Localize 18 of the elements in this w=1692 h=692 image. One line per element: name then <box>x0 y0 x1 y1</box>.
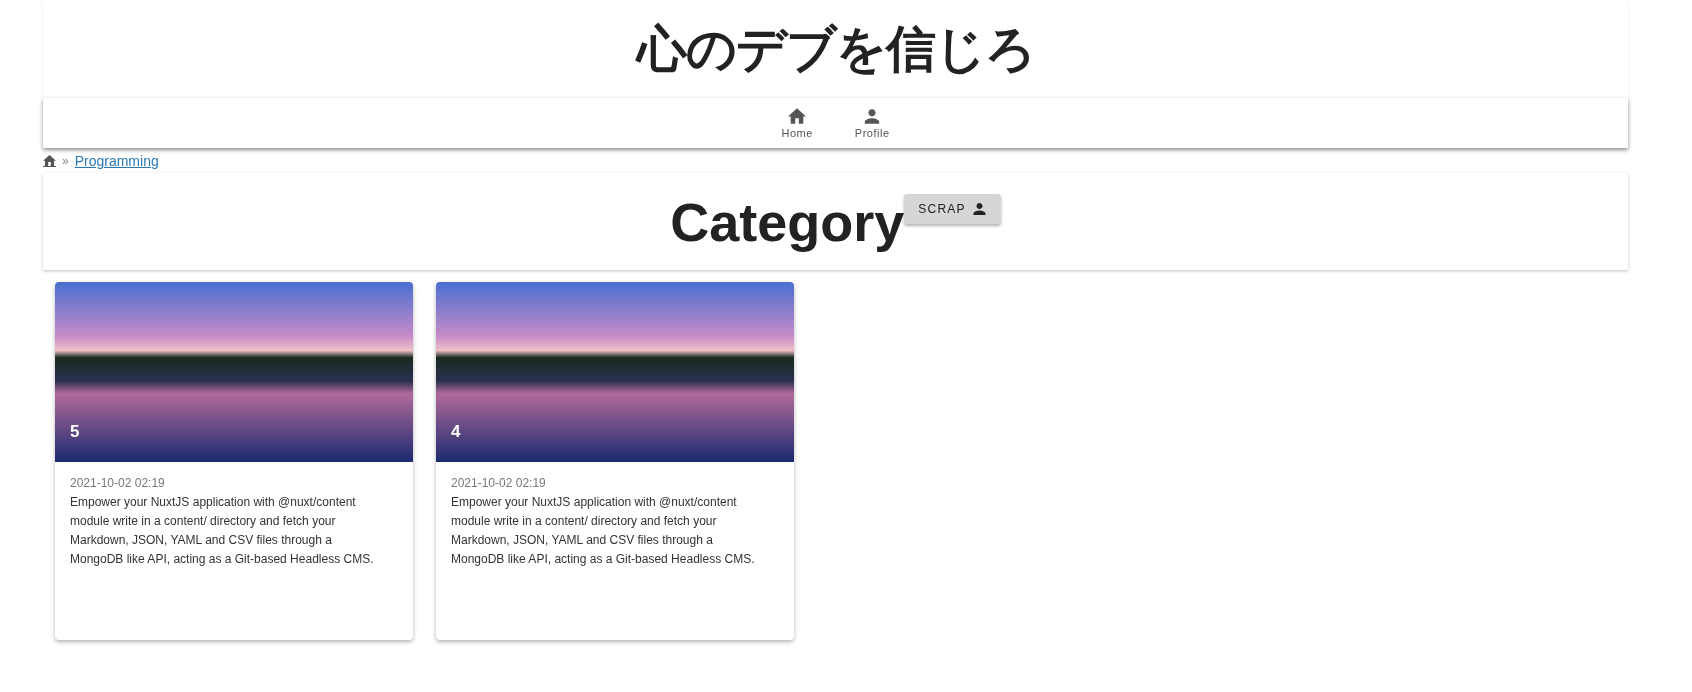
site-title: 心のデブを信じろ <box>636 18 1035 80</box>
scrap-button[interactable]: SCRAP <box>904 193 1001 224</box>
nav-link[interactable]: Profile <box>848 103 896 143</box>
card-title: 4 <box>451 422 461 442</box>
person-icon <box>971 202 987 215</box>
home-icon <box>788 107 807 124</box>
home-icon <box>43 155 56 166</box>
person-icon <box>863 107 882 124</box>
post-date: 2021-10-02 02:19 <box>451 476 547 490</box>
home-link[interactable] <box>43 155 56 167</box>
card-title: 5 <box>70 422 80 442</box>
nav-link[interactable]: Home <box>775 103 819 143</box>
card-excerpt: Empower your NuxtJS application with @nuxt/content module write in a content/ directory and fetch your Markdown, JSON, YAML and CSV files through a MongoDB like API, acting as a Git-based Headless CMS. <box>70 494 375 568</box>
page-heading: Category <box>670 190 905 253</box>
post-date: 2021-10-02 02:19 <box>70 476 166 490</box>
breadcrumb-separator: » <box>62 154 69 168</box>
breadcrumb-link[interactable]: Programming <box>74 153 159 169</box>
card-excerpt: Empower your NuxtJS application with @nuxt/content module write in a content/ directory and fetch your Markdown, JSON, YAML and CSV files through a MongoDB like API, acting as a Git-based Headless CMS. <box>451 494 756 568</box>
